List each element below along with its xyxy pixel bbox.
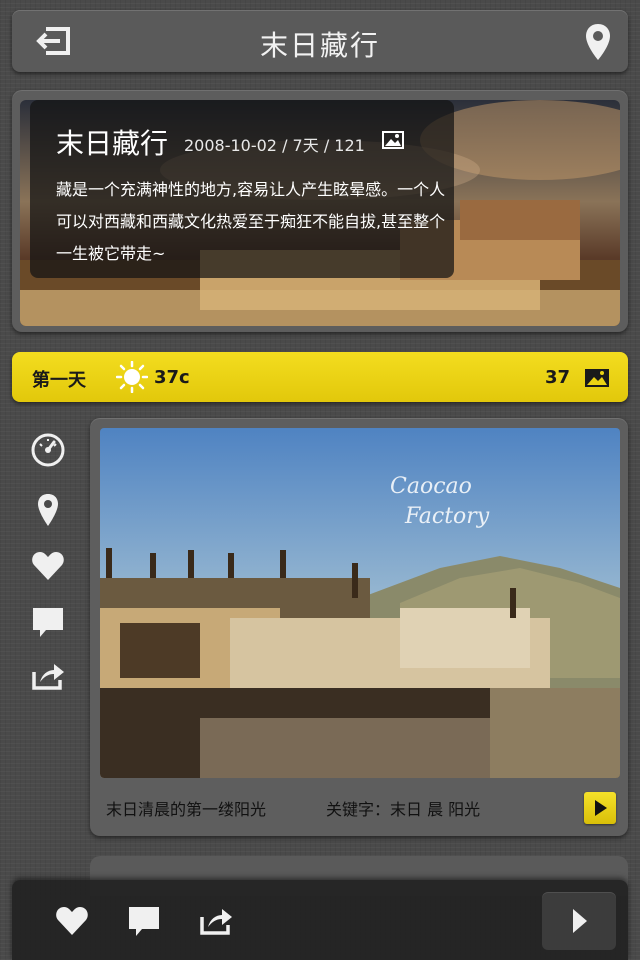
sun-icon: [116, 361, 148, 393]
post-caption: 末日清晨的第一缕阳光: [106, 800, 267, 819]
play-icon: [595, 800, 607, 816]
play-button[interactable]: [584, 792, 616, 824]
comment-icon[interactable]: [30, 604, 66, 640]
day-post-card[interactable]: Caocao Factory 末日清晨的第一缕阳光 关键字：末日 晨 阳光: [90, 418, 628, 836]
day-label: 第一天: [32, 370, 86, 391]
day-photo-count: 37: [544, 367, 570, 388]
day-header-bar[interactable]: 第一天 37c 37: [12, 352, 628, 402]
watermark-line2: Factory: [404, 504, 490, 529]
post-keywords: 关键字：末日 晨 阳光: [326, 800, 481, 819]
bottom-toolbar: [12, 880, 628, 960]
trip-description: 藏是一个充满神性的地方,容易让人产生眩晕感。一个人可以对西藏和西藏文化热爱至于痴…: [56, 180, 446, 263]
map-pin-icon[interactable]: [30, 492, 66, 528]
photo-icon: [585, 369, 609, 387]
temperature: 37c: [154, 367, 190, 388]
watermark-line1: Caocao: [390, 474, 472, 499]
trip-meta: 2008-10-02 / 7天 / 121: [184, 136, 365, 155]
share-icon[interactable]: [30, 658, 66, 694]
top-bar: 末日藏行: [12, 10, 628, 72]
share-icon[interactable]: [198, 904, 234, 938]
post-photo[interactable]: Caocao Factory: [100, 428, 620, 778]
photo-icon: [382, 131, 404, 149]
speedometer-icon[interactable]: [30, 432, 66, 468]
page-title: 末日藏行: [259, 29, 380, 62]
next-button[interactable]: [542, 892, 616, 950]
trip-title: 末日藏行: [56, 127, 169, 160]
heart-icon[interactable]: [30, 548, 66, 584]
next-arrow-icon: [573, 909, 587, 933]
heart-icon[interactable]: [54, 904, 90, 938]
map-pin-icon[interactable]: [582, 22, 614, 62]
comment-icon[interactable]: [126, 904, 162, 938]
